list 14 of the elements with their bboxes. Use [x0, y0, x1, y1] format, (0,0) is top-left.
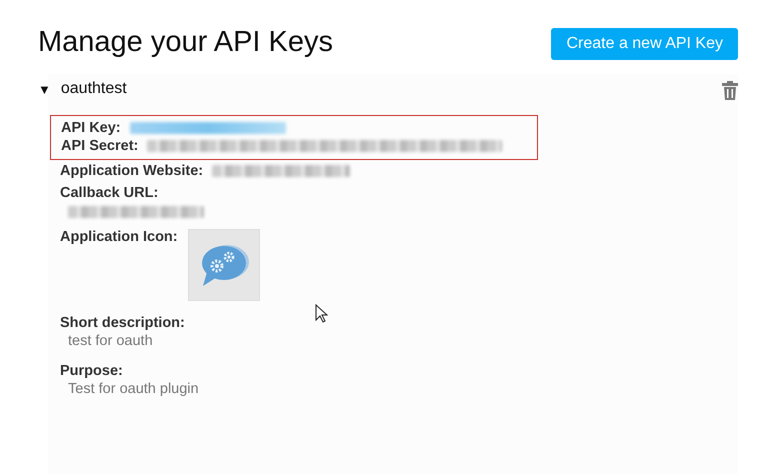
field-value: Test for oauth plugin: [67, 381, 199, 397]
field-label: Callback URL:: [60, 185, 158, 201]
field-value: test for oauth: [67, 333, 153, 349]
expand-toggle[interactable]: ▼: [38, 82, 51, 96]
app-name: oauthtest: [60, 80, 127, 98]
field-label: API Key:: [61, 120, 121, 136]
page-title: Manage your API Keys: [38, 26, 333, 58]
field-label: Application Website:: [60, 163, 204, 179]
field-label: API Secret:: [61, 138, 138, 154]
trash-icon[interactable]: [722, 81, 738, 100]
field-label: Application Icon:: [60, 229, 178, 245]
cursor-icon: [315, 304, 328, 323]
field-label: Short description:: [60, 315, 185, 331]
field-label: Purpose:: [60, 363, 123, 379]
